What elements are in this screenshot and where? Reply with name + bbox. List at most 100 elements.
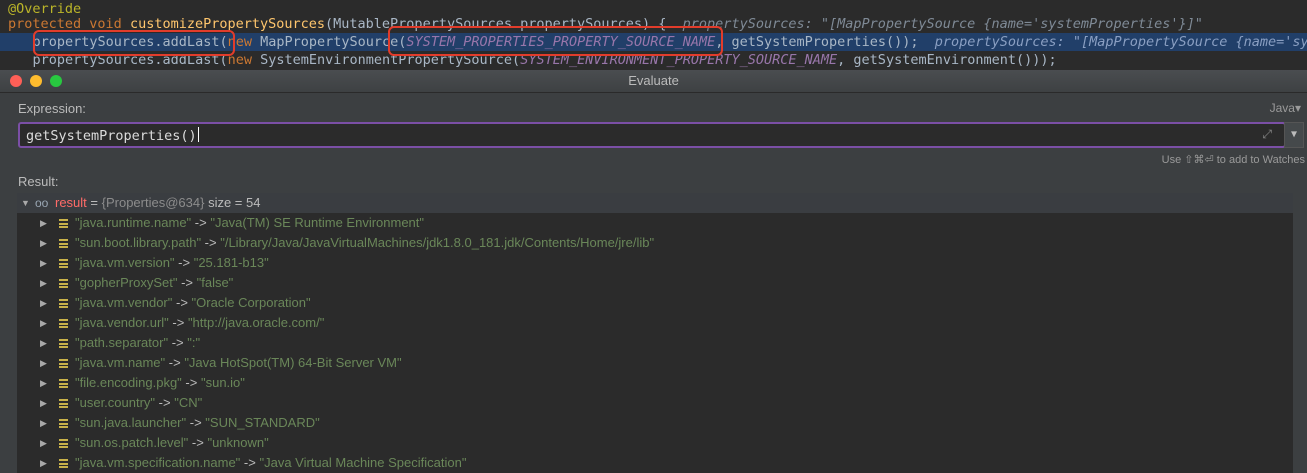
property-text: "java.vm.version" -> "25.181-b13" [75, 253, 269, 273]
expression-input[interactable]: getSystemProperties() ⤢ [18, 122, 1286, 148]
property-text: "gopherProxySet" -> "false" [75, 273, 233, 293]
collapsed-arrow-icon[interactable]: ▶ [40, 333, 47, 353]
property-row[interactable]: ▶ "user.country" -> "CN" [17, 393, 1293, 413]
property-value: "Java(TM) SE Runtime Environment" [210, 215, 425, 230]
keyword-new: new [227, 34, 252, 50]
property-key: "java.vm.specification.name" [75, 455, 241, 470]
property-key: "java.runtime.name" [75, 215, 192, 230]
property-value: "Oracle Corporation" [191, 295, 311, 310]
property-separator: -> [168, 335, 188, 350]
property-row[interactable]: ▶ "file.encoding.pkg" -> "sun.io" [17, 373, 1293, 393]
map-entry-icon [59, 219, 68, 228]
map-entry-icon [59, 419, 68, 428]
collapsed-arrow-icon[interactable]: ▶ [40, 413, 47, 433]
map-entry-icon [59, 239, 68, 248]
map-entry-icon [59, 379, 68, 388]
property-row[interactable]: ▶ "java.vm.vendor" -> "Oracle Corporation… [17, 293, 1293, 313]
expanded-arrow-icon[interactable]: ▼ [21, 193, 30, 213]
map-entry-icon [59, 399, 68, 408]
property-key: "sun.java.launcher" [75, 415, 187, 430]
collapsed-arrow-icon[interactable]: ▶ [40, 233, 47, 253]
inline-debug-hint: propertySources: "[MapPropertySource {na… [918, 34, 1307, 50]
property-row[interactable]: ▶ "java.vm.specification.name" -> "Java V… [17, 453, 1293, 473]
property-separator: -> [188, 435, 208, 450]
property-row[interactable]: ▶ "sun.os.patch.level" -> "unknown" [17, 433, 1293, 453]
property-value: "false" [196, 275, 234, 290]
map-entry-icon [59, 439, 68, 448]
property-value: "sun.io" [200, 375, 245, 390]
property-row[interactable]: ▶ "sun.boot.library.path" -> "/Library/Ja… [17, 233, 1293, 253]
collapsed-arrow-icon[interactable]: ▶ [40, 293, 47, 313]
language-value: Java [1269, 101, 1295, 115]
property-text: "sun.os.patch.level" -> "unknown" [75, 433, 269, 453]
property-text: "file.encoding.pkg" -> "sun.io" [75, 373, 245, 393]
property-separator: -> [191, 215, 211, 230]
collapsed-arrow-icon[interactable]: ▶ [40, 353, 47, 373]
inline-debug-hint: propertySources: "[MapPropertySource {na… [682, 16, 1203, 32]
collapsed-arrow-icon[interactable]: ▶ [40, 273, 47, 293]
result-scrollbar[interactable] [1293, 193, 1307, 473]
property-text: "java.vm.vendor" -> "Oracle Corporation" [75, 293, 311, 313]
dialog-title: Evaluate [628, 73, 679, 88]
property-key: "java.vm.name" [75, 355, 166, 370]
collapsed-arrow-icon[interactable]: ▶ [40, 433, 47, 453]
property-separator: -> [174, 255, 194, 270]
property-row[interactable]: ▶ "java.vendor.url" -> "http://java.oracl… [17, 313, 1293, 333]
result-tree[interactable]: ▼ oo result = {Properties@634} size = 54… [17, 193, 1293, 473]
chevron-down-icon: ▾ [1294, 101, 1301, 115]
property-separator: -> [201, 235, 221, 250]
property-text: "sun.java.launcher" -> "SUN_STANDARD" [75, 413, 320, 433]
property-text: "java.vm.name" -> "Java HotSpot(TM) 64-B… [75, 353, 402, 373]
collapsed-arrow-icon[interactable]: ▶ [40, 393, 47, 413]
property-key: "java.vm.vendor" [75, 295, 173, 310]
property-value: "25.181-b13" [193, 255, 269, 270]
collapsed-arrow-icon[interactable]: ▶ [40, 313, 47, 333]
collapsed-arrow-icon[interactable]: ▶ [40, 453, 47, 473]
map-entry-icon [59, 359, 68, 368]
property-key: "file.encoding.pkg" [75, 375, 182, 390]
property-text: "java.vm.specification.name" -> "Java Vi… [75, 453, 466, 473]
code-line-3-current: propertySources.addLast(new MapPropertyS… [0, 33, 1307, 51]
property-row[interactable]: ▶ "java.vm.name" -> "Java HotSpot(TM) 64-… [17, 353, 1293, 373]
map-entry-icon [59, 279, 68, 288]
result-text: result = {Properties@634} size = 54 [55, 193, 260, 213]
property-text: "java.runtime.name" -> "Java(TM) SE Runt… [75, 213, 424, 233]
result-root-row[interactable]: ▼ oo result = {Properties@634} size = 54 [17, 193, 1293, 213]
property-key: "path.separator" [75, 335, 169, 350]
result-type: {Properties@634} [101, 195, 205, 210]
collapsed-arrow-icon[interactable]: ▶ [40, 253, 47, 273]
collapsed-arrow-icon[interactable]: ▶ [40, 213, 47, 233]
property-key: "sun.os.patch.level" [75, 435, 189, 450]
keyword-void: void [89, 16, 122, 32]
property-row[interactable]: ▶ "sun.java.launcher" -> "SUN_STANDARD" [17, 413, 1293, 433]
property-row[interactable]: ▶ "gopherProxySet" -> "false" [17, 273, 1293, 293]
code-line-2: protected void customizePropertySources(… [8, 15, 1203, 33]
add-to-watches-hint: Use ⇧⌘⏎ to add to Watches [1161, 154, 1305, 166]
property-row[interactable]: ▶ "path.separator" -> ":" [17, 333, 1293, 353]
collapsed-arrow-icon[interactable]: ▶ [40, 373, 47, 393]
result-label: Result: [18, 174, 59, 189]
code-editor[interactable]: @Override protected void customizeProper… [0, 0, 1307, 80]
code-class: MapPropertySource( [251, 34, 407, 50]
property-value: "unknown" [207, 435, 269, 450]
property-text: "sun.boot.library.path" -> "/Library/Jav… [75, 233, 654, 253]
map-entry-icon [59, 459, 68, 468]
expand-icon[interactable]: ⤢ [1262, 127, 1272, 142]
history-dropdown-button[interactable]: ▼ [1284, 122, 1304, 148]
code-line-4: propertySources.addLast(new SystemEnviro… [0, 51, 1057, 69]
keyword-protected: protected [8, 16, 82, 32]
property-separator: -> [186, 415, 206, 430]
language-selector[interactable]: Java▾ [1270, 101, 1301, 115]
property-row[interactable]: ▶ "java.vm.version" -> "25.181-b13" [17, 253, 1293, 273]
map-entry-icon [59, 339, 68, 348]
property-key: "sun.boot.library.path" [75, 235, 202, 250]
map-entry-icon [59, 299, 68, 308]
property-row[interactable]: ▶ "java.runtime.name" -> "Java(TM) SE Run… [17, 213, 1293, 233]
result-children: ▶ "java.runtime.name" -> "Java(TM) SE Run… [17, 213, 1293, 473]
code-constant: SYSTEM_PROPERTIES_PROPERTY_SOURCE_NAME [406, 34, 716, 50]
property-separator: -> [181, 375, 201, 390]
property-separator: -> [165, 355, 185, 370]
result-eq: = [86, 195, 102, 210]
dialog-titlebar[interactable]: Evaluate [0, 70, 1307, 93]
property-value: "SUN_STANDARD" [205, 415, 320, 430]
